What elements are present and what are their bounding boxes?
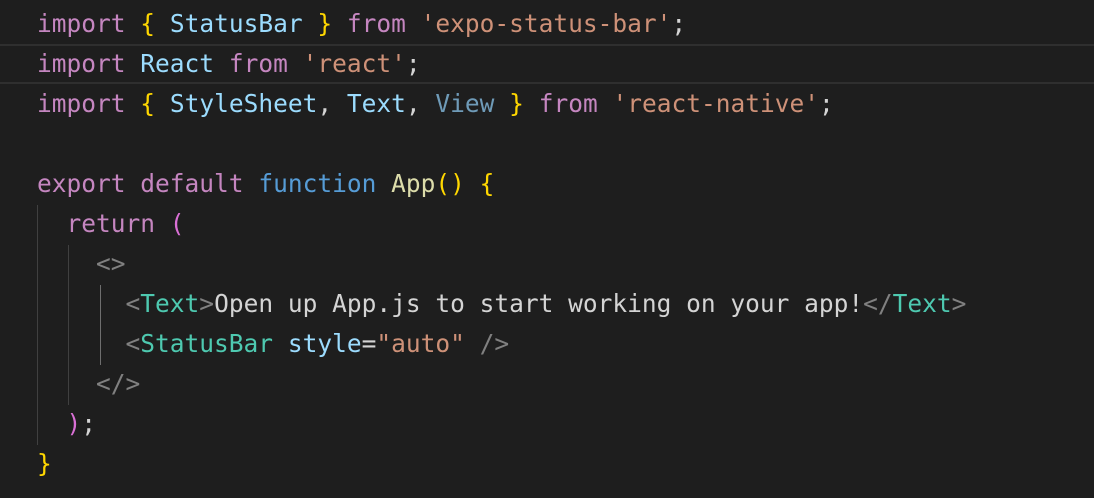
whitespace-token: ; bbox=[405, 49, 421, 78]
keyword-token: import bbox=[37, 9, 126, 38]
identifier-token: Text bbox=[346, 89, 406, 118]
keyword-token: import bbox=[37, 89, 126, 118]
keyword-token: export bbox=[37, 169, 126, 198]
whitespace-token: , bbox=[317, 89, 347, 118]
string-token: 'react-native' bbox=[612, 89, 819, 118]
identifier-token: style bbox=[287, 329, 362, 358]
code-line-6[interactable]: return ( bbox=[0, 204, 1094, 244]
code-line-11[interactable]: ); bbox=[0, 404, 1094, 444]
code-line-1[interactable]: import { StatusBar } from 'expo-status-b… bbox=[0, 4, 1094, 44]
bracket-token: { bbox=[479, 169, 495, 198]
code-line-10[interactable]: </> bbox=[0, 364, 1094, 404]
identifier-token: View bbox=[435, 89, 495, 118]
string-token: 'react' bbox=[302, 49, 406, 78]
keyword-token: import bbox=[37, 49, 126, 78]
whitespace-token: ; bbox=[81, 409, 97, 438]
keyword-token: function bbox=[258, 169, 377, 198]
code-line-8[interactable]: <Text>Open up App.js to start working on… bbox=[0, 284, 1094, 324]
code-line-9[interactable]: <StatusBar style="auto" /> bbox=[0, 324, 1094, 364]
code-line-4[interactable] bbox=[0, 124, 1094, 164]
whitespace-token: ; bbox=[818, 89, 834, 118]
code-line-12[interactable]: } bbox=[0, 444, 1094, 484]
keyword-token: from bbox=[538, 89, 598, 118]
keyword-token: return bbox=[66, 209, 156, 238]
punctuation-token: > bbox=[199, 289, 215, 318]
code-line-3[interactable]: import { StyleSheet, Text, View } from '… bbox=[0, 84, 1094, 124]
punctuation-token: <> bbox=[96, 249, 126, 278]
keyword-token: from bbox=[346, 9, 406, 38]
bracket-token: } bbox=[37, 449, 52, 478]
bracket-token: ) bbox=[66, 409, 82, 438]
jsx-tag-token: Text bbox=[140, 289, 200, 318]
string-token: "auto" bbox=[376, 329, 465, 358]
code-line-5[interactable]: export default function App() { bbox=[0, 164, 1094, 204]
code-line-2-current[interactable]: import React from 'react'; bbox=[0, 44, 1094, 84]
code-editor[interactable]: import { StatusBar } from 'expo-status-b… bbox=[0, 0, 1094, 498]
punctuation-token: /> bbox=[479, 329, 510, 358]
punctuation-token: < bbox=[125, 289, 141, 318]
keyword-token: default bbox=[140, 169, 244, 198]
function-name-token: App bbox=[391, 169, 436, 198]
jsx-tag-token: StatusBar bbox=[140, 329, 274, 358]
whitespace-token: ; bbox=[671, 9, 687, 38]
jsx-tag-token: Text bbox=[892, 289, 952, 318]
jsx-text-token: Open up App.js to start working on your … bbox=[214, 289, 864, 318]
bracket-token: () bbox=[435, 169, 465, 198]
bracket-token: { bbox=[140, 89, 156, 118]
keyword-token: from bbox=[228, 49, 288, 78]
punctuation-token: > bbox=[951, 289, 967, 318]
punctuation-token: </> bbox=[96, 369, 141, 398]
string-token: 'expo-status-bar' bbox=[420, 9, 672, 38]
bracket-token: } bbox=[509, 89, 524, 118]
whitespace-token: , bbox=[405, 89, 436, 118]
identifier-token: StatusBar bbox=[169, 9, 303, 38]
punctuation-token: < bbox=[125, 329, 141, 358]
bracket-token: } bbox=[317, 9, 333, 38]
identifier-token: StyleSheet bbox=[169, 89, 318, 118]
bracket-token: ( bbox=[169, 209, 185, 238]
bracket-token: { bbox=[140, 9, 156, 38]
identifier-token: React bbox=[140, 49, 215, 78]
punctuation-token: </ bbox=[863, 289, 893, 318]
whitespace-token: = bbox=[361, 329, 377, 358]
code-line-7[interactable]: <> bbox=[0, 244, 1094, 284]
